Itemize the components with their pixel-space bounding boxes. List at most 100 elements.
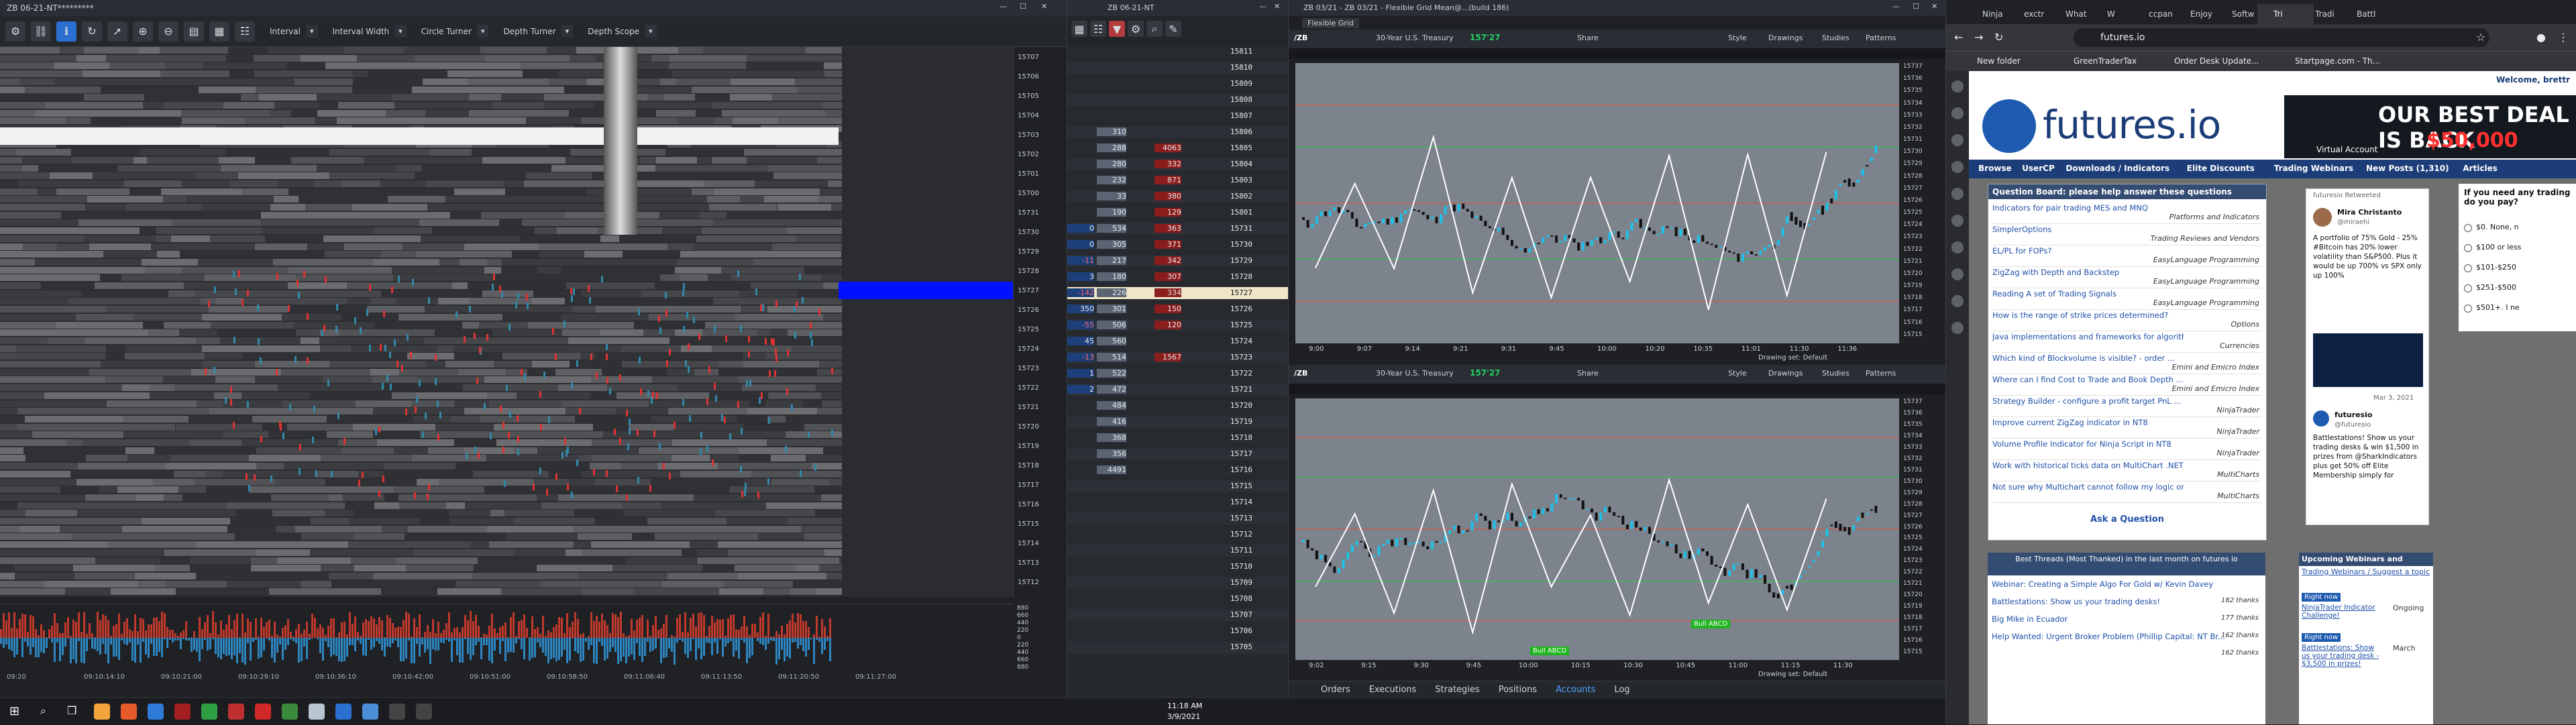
question-title[interactable]: Volume Profile Indicator for Ninja Scrip… xyxy=(1992,439,2171,449)
share-button[interactable]: Share xyxy=(1577,369,1599,378)
tweet-name[interactable]: Mira Christanto xyxy=(2337,208,2402,217)
grid-icon[interactable]: ▦ xyxy=(1071,21,1087,37)
ladder-row[interactable]: 053436315731 xyxy=(1067,223,1289,235)
ladder-row[interactable]: 15707 xyxy=(1067,609,1289,621)
app-icon[interactable] xyxy=(389,704,405,720)
question-title[interactable]: SimplerOptions xyxy=(1992,225,2051,234)
app-icon[interactable] xyxy=(1951,295,1964,307)
ladder-row[interactable]: 15710 xyxy=(1067,561,1289,573)
close-icon[interactable]: ✕ xyxy=(1041,2,1047,11)
grid-icon[interactable]: ▦ xyxy=(209,21,229,42)
ladder-row[interactable]: 28033215804 xyxy=(1067,158,1289,170)
app-icon[interactable] xyxy=(1951,161,1964,173)
ladder-row[interactable]: 15708 xyxy=(1067,593,1289,605)
question-title[interactable]: ZigZag with Depth and Backstep xyxy=(1992,268,2119,277)
question-title[interactable]: Not sure why Multichart cannot follow my… xyxy=(1992,482,2184,492)
minimize-icon[interactable]: — xyxy=(1000,2,1007,11)
question-item[interactable]: EL/PL for FOPs?EasyLanguage Programming xyxy=(1992,246,2262,267)
app-icon[interactable] xyxy=(1951,107,1964,119)
ladder-row[interactable]: -14222633415727 xyxy=(1067,287,1289,299)
drawings-button[interactable]: Drawings xyxy=(1768,34,1803,42)
app-icon[interactable] xyxy=(1951,215,1964,227)
depth-turner-select[interactable]: ▾ xyxy=(561,25,574,38)
profile-icon[interactable]: ● xyxy=(2536,31,2546,44)
panel-tab-executions[interactable]: Executions xyxy=(1369,685,1417,695)
ladder-row[interactable]: 23287115803 xyxy=(1067,174,1289,186)
nav-item[interactable]: UserCP xyxy=(2022,164,2055,173)
event-title[interactable]: NinjaTrader Indicator Challenge! xyxy=(2302,604,2382,620)
interval-width-select[interactable]: ▾ xyxy=(394,25,407,38)
app-icon[interactable] xyxy=(1951,80,1964,93)
app-icon[interactable] xyxy=(335,704,352,720)
ladder-row[interactable]: 318030715728 xyxy=(1067,271,1289,283)
panel-tab-log[interactable]: Log xyxy=(1614,685,1629,695)
notepad-icon[interactable] xyxy=(309,704,325,720)
question-item[interactable]: Not sure why Multichart cannot follow my… xyxy=(1992,482,2262,503)
poll-radio[interactable] xyxy=(2464,264,2472,272)
question-title[interactable]: EL/PL for FOPs? xyxy=(1992,246,2052,256)
ask-question-link[interactable]: Ask a Question xyxy=(1992,512,2262,528)
patterns-button[interactable]: Patterns xyxy=(1866,34,1896,42)
ladder-row[interactable]: 48415720 xyxy=(1067,400,1289,412)
nav-item[interactable]: Downloads / Indicators xyxy=(2065,164,2169,173)
tweet-chart-image[interactable] xyxy=(2313,333,2423,387)
app-icon[interactable] xyxy=(1951,134,1964,146)
nav-item[interactable]: Browse xyxy=(1978,164,2012,173)
panel-tab-strategies[interactable]: Strategies xyxy=(1435,685,1479,695)
question-item[interactable]: Work with historical ticks data on Multi… xyxy=(1992,461,2262,482)
minimize-icon[interactable]: — xyxy=(1892,2,1900,11)
style-button[interactable]: Style xyxy=(1728,369,1747,378)
ladder-row[interactable]: 19012915801 xyxy=(1067,207,1289,219)
nav-item[interactable]: New Posts (1,310) xyxy=(2366,164,2449,173)
app-icon[interactable] xyxy=(174,704,191,720)
share-button[interactable]: Share xyxy=(1577,34,1599,42)
upcoming-link[interactable]: Trading Webinars / Suggest a topic xyxy=(2302,567,2430,576)
question-item[interactable]: ZigZag with Depth and BackstepEasyLangua… xyxy=(1992,268,2262,288)
settings-icon[interactable]: ⚙ xyxy=(5,21,25,42)
nav-item[interactable]: Elite Discounts xyxy=(2187,164,2255,173)
bookmark-item[interactable]: Order Desk Update... xyxy=(2174,56,2259,66)
top-chart-plot[interactable] xyxy=(1295,63,1899,343)
browser-tab[interactable]: Battl xyxy=(2341,4,2397,24)
info-icon[interactable]: ℹ xyxy=(56,21,76,42)
interval-select[interactable]: ▾ xyxy=(306,25,318,38)
app-icon[interactable] xyxy=(1951,322,1964,334)
ladder-row[interactable]: 15715 xyxy=(1067,480,1289,492)
windows-start-icon[interactable]: ⊞ xyxy=(9,704,19,718)
ladder-row[interactable]: 15809 xyxy=(1067,78,1289,90)
ladder-row[interactable]: 41615719 xyxy=(1067,416,1289,428)
app-icon[interactable] xyxy=(362,704,378,720)
thread-item[interactable]: Help Wanted: Urgent Broker Problem (Phil… xyxy=(1992,632,2261,647)
chrome-icon[interactable] xyxy=(148,704,164,720)
ladder-row[interactable]: -13514156715723 xyxy=(1067,351,1289,364)
table-icon[interactable]: ☷ xyxy=(1090,21,1106,37)
bucket-icon[interactable]: ▤ xyxy=(184,21,204,42)
ladder-row[interactable]: 030537115730 xyxy=(1067,239,1289,251)
tab-flexible-grid[interactable]: Flexible Grid xyxy=(1302,18,1359,28)
style-button[interactable]: Style xyxy=(1728,34,1747,42)
firefox-icon[interactable] xyxy=(121,704,137,720)
question-title[interactable]: Reading A set of Trading Signals xyxy=(1992,289,2116,298)
file-explorer-icon[interactable] xyxy=(94,704,110,720)
ladder-row[interactable]: 15713 xyxy=(1067,512,1289,524)
menu-icon[interactable]: ⋮ xyxy=(2558,31,2569,44)
question-item[interactable]: Where can I find Cost to Trade and Book … xyxy=(1992,375,2262,396)
tweet-name-2[interactable]: futuresio xyxy=(2334,410,2372,419)
site-logo[interactable]: futures.io xyxy=(2043,102,2220,148)
bottom-chart-plot[interactable]: Bull ABCDBull ABCD xyxy=(1295,398,1899,660)
link-icon[interactable]: ⛓ xyxy=(31,21,51,42)
ladder-row[interactable]: 15808 xyxy=(1067,94,1289,106)
question-item[interactable]: Indicators for pair trading MES and MNQP… xyxy=(1992,203,2262,224)
circle-turner-select[interactable]: ▾ xyxy=(477,25,489,38)
ladder-row[interactable]: 15714 xyxy=(1067,496,1289,508)
studies-button[interactable]: Studies xyxy=(1822,369,1849,378)
thread-item[interactable]: Big Mike in Ecuador177 thanks xyxy=(1992,614,2261,629)
sell-icon[interactable]: ▼ xyxy=(1109,21,1125,37)
ladder-row[interactable]: 15712 xyxy=(1067,528,1289,541)
app-icon[interactable] xyxy=(201,704,217,720)
zoom-icon[interactable]: ⌕ xyxy=(1146,21,1163,37)
thread-item[interactable]: Webinar: Creating a Simple Algo For Gold… xyxy=(1992,579,2261,594)
task-view-icon[interactable]: ❐ xyxy=(67,704,76,717)
app-icon[interactable] xyxy=(1951,188,1964,200)
back-icon[interactable]: ← xyxy=(1954,31,1963,44)
